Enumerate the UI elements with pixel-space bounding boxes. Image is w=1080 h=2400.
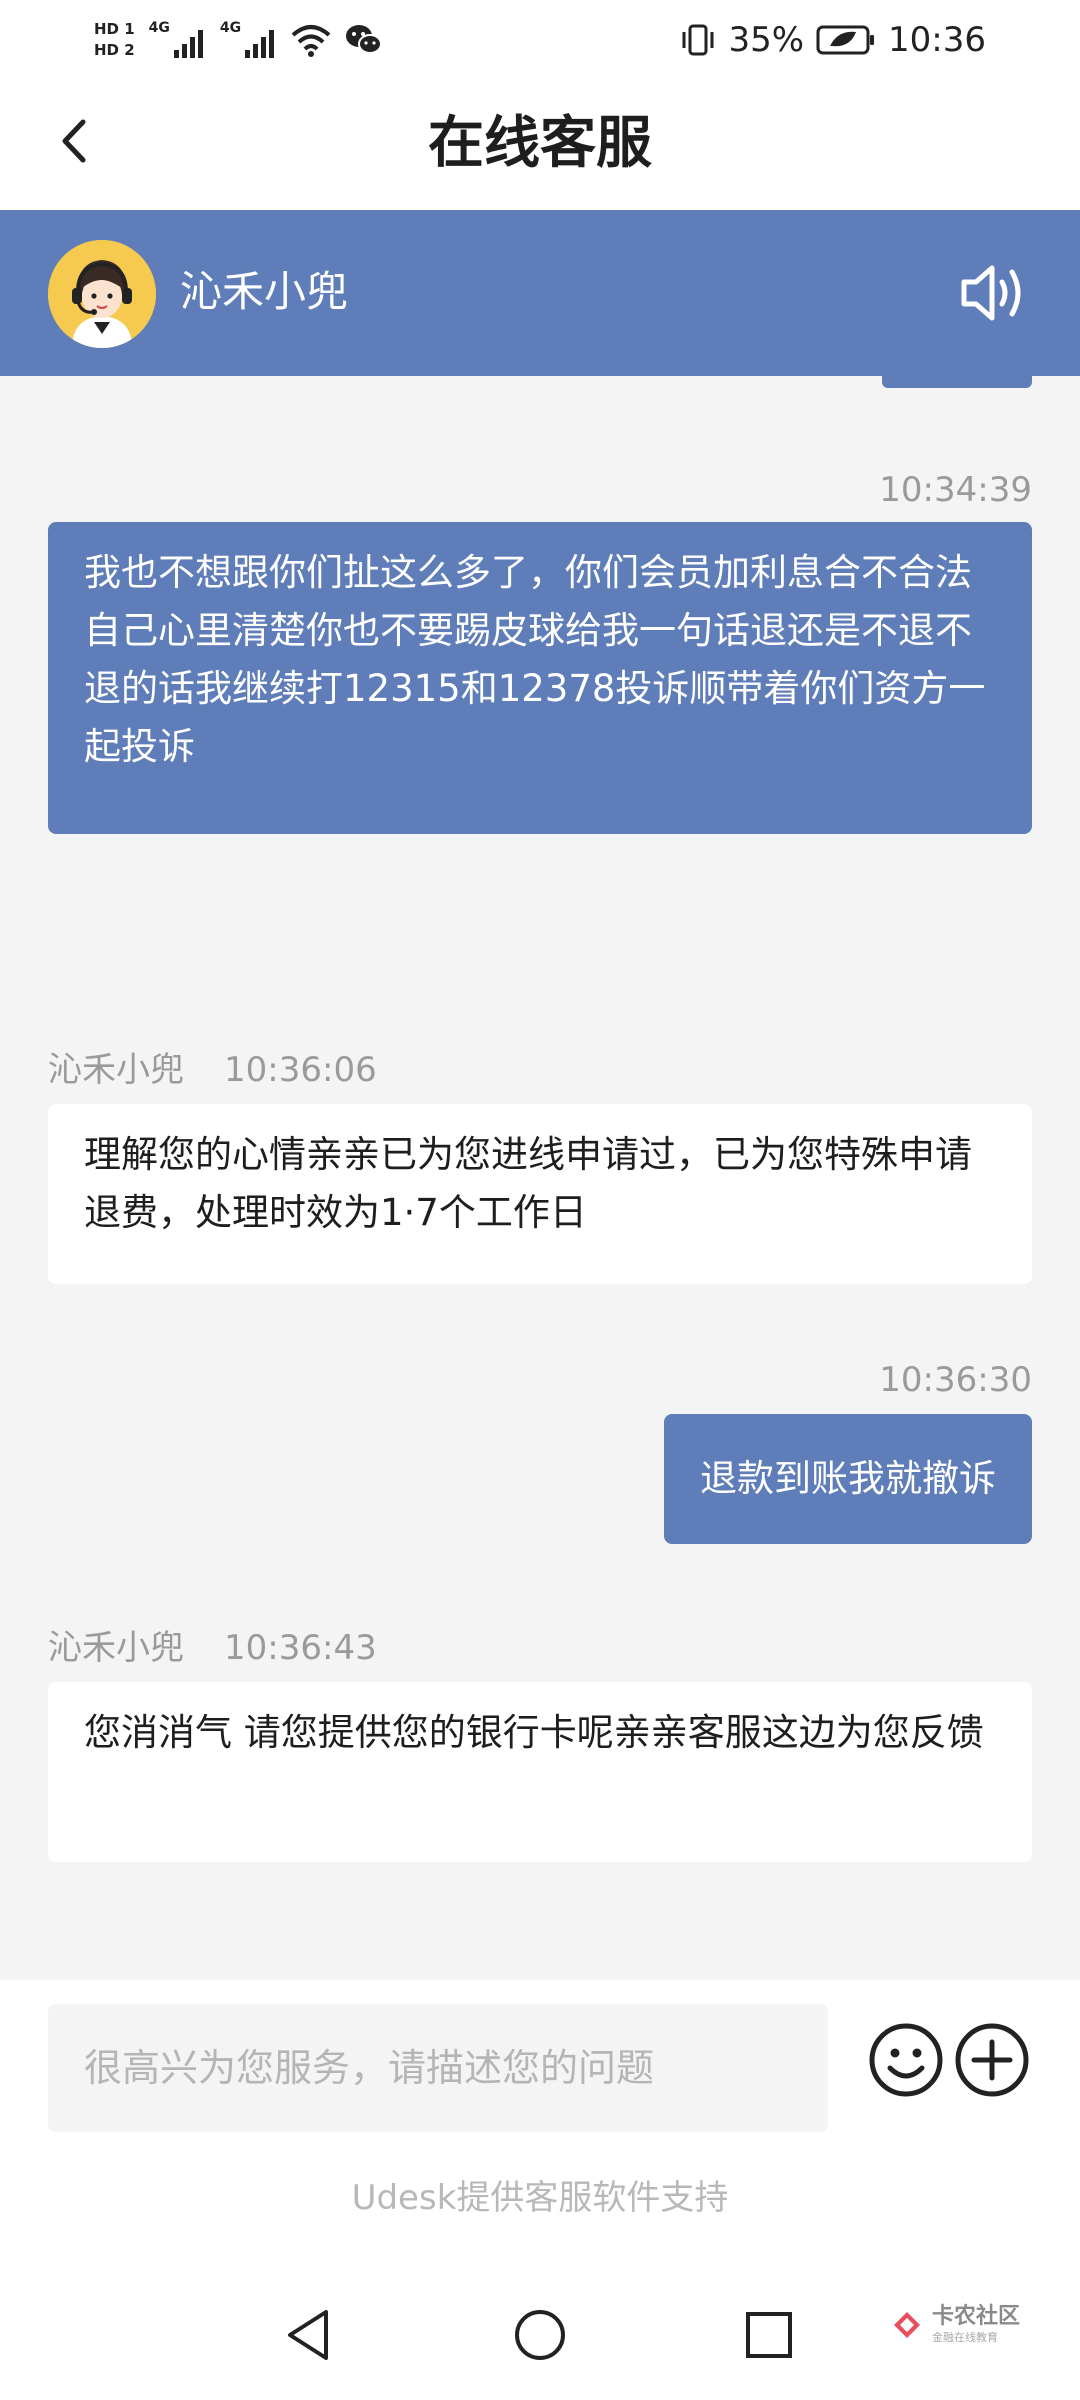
hd2-badge: HD 2	[94, 41, 135, 59]
clock: 10:36	[888, 20, 986, 60]
square-recent-icon	[746, 2312, 792, 2358]
signal-icon-2: 4G	[220, 20, 277, 60]
agent-avatar	[48, 240, 156, 348]
smiley-icon	[869, 2023, 943, 2097]
nav-back-button[interactable]	[274, 2300, 344, 2370]
watermark-logo-icon	[893, 2311, 920, 2338]
chat-screen: HD 1 HD 2 4G 4G 35% 10:36 在线客服 沁禾小兜 10:3…	[0, 0, 1080, 2400]
page-title: 在线客服	[428, 111, 652, 176]
agent-message-meta: 沁禾小兜 10:36:43	[48, 1626, 377, 1670]
agent-message-bubble[interactable]: 您消消气 请您提供您的银行卡呢亲亲客服这边为您反馈	[48, 1682, 1032, 1862]
watermark-text: 卡农社区 金融在线教育	[931, 2304, 1020, 2344]
nav-home-button[interactable]	[505, 2300, 575, 2370]
hd1-badge: HD 1	[94, 20, 135, 38]
nav-recent-button[interactable]	[734, 2300, 804, 2370]
system-nav-bar: 卡农社区 金融在线教育	[0, 2270, 1080, 2400]
more-button[interactable]	[954, 2022, 1030, 2098]
chat-area[interactable]: 10:34:39 我也不想跟你们扯这么多了，你们会员加利息合不合法自己心里清楚你…	[0, 376, 1080, 1980]
plus-circle-icon	[955, 2023, 1029, 2097]
sender-name: 沁禾小兜	[48, 1050, 184, 1090]
watermark-main: 卡农社区	[931, 2304, 1020, 2329]
agent-message-meta: 沁禾小兜 10:36:06	[48, 1048, 377, 1092]
title-bar: 在线客服	[0, 76, 1080, 210]
wifi-icon	[291, 25, 331, 57]
hd-indicators: HD 1 HD 2	[94, 21, 135, 59]
agent-header: 沁禾小兜	[0, 210, 1080, 376]
message-timestamp: 10:36:06	[224, 1050, 377, 1090]
message-timestamp: 10:36:30	[879, 1360, 1032, 1400]
powered-by-text: Udesk提供客服软件支持	[351, 2178, 729, 2218]
status-left: HD 1 HD 2 4G 4G	[94, 10, 383, 70]
net1-label: 4G	[148, 20, 170, 36]
speaker-icon	[961, 265, 1021, 321]
message-input[interactable]	[48, 2004, 828, 2132]
triangle-back-icon	[288, 2310, 328, 2360]
agent-name: 沁禾小兜	[180, 267, 349, 316]
signal-icon-1: 4G	[149, 20, 206, 60]
battery-icon	[816, 25, 875, 55]
status-bar: HD 1 HD 2 4G 4G 35% 10:36	[0, 0, 1080, 76]
circle-home-icon	[515, 2310, 565, 2360]
message-timestamp: 10:36:43	[224, 1628, 377, 1668]
status-right: 35% 10:36	[680, 16, 986, 64]
agent-message-bubble[interactable]: 理解您的心情亲亲已为您进线申请过，已为您特殊申请退费，处理时效为1·7个工作日	[48, 1104, 1032, 1284]
sender-name: 沁禾小兜	[48, 1628, 184, 1668]
previous-message-bubble	[882, 376, 1032, 388]
battery-percent: 35%	[728, 20, 805, 60]
watermark: 卡农社区 金融在线教育	[890, 2306, 1020, 2343]
net2-label: 4G	[219, 20, 242, 36]
speaker-button[interactable]	[958, 258, 1034, 328]
emoji-button[interactable]	[868, 2022, 944, 2098]
input-bar: Udesk提供客服软件支持	[0, 1980, 1080, 2270]
user-message-bubble[interactable]: 退款到账我就撤诉	[664, 1414, 1032, 1544]
message-timestamp: 10:34:39	[879, 470, 1032, 510]
wechat-icon	[346, 25, 383, 54]
watermark-sub: 金融在线教育	[931, 2331, 998, 2344]
user-message-bubble[interactable]: 我也不想跟你们扯这么多了，你们会员加利息合不合法自己心里清楚你也不要踢皮球给我一…	[48, 522, 1032, 834]
vibrate-icon	[682, 24, 714, 56]
